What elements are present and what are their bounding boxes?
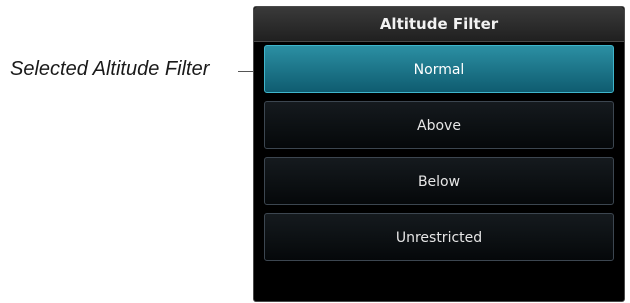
option-below-button[interactable]: Below: [264, 157, 614, 205]
option-label: Unrestricted: [395, 230, 483, 246]
altitude-filter-panel: Altitude Filter Normal Above Below Unres…: [253, 6, 625, 302]
option-label: Below: [417, 174, 461, 190]
option-above-button[interactable]: Above: [264, 101, 614, 149]
screenshot-stage: Selected Altitude Filter Altitude Filter…: [0, 0, 630, 303]
panel-title: Altitude Filter: [254, 7, 624, 42]
option-label: Normal: [413, 62, 465, 78]
option-normal-button[interactable]: Normal: [264, 45, 614, 93]
option-unrestricted-button[interactable]: Unrestricted: [264, 213, 614, 261]
callout-label: Selected Altitude Filter: [10, 58, 210, 80]
option-label: Above: [417, 118, 461, 134]
